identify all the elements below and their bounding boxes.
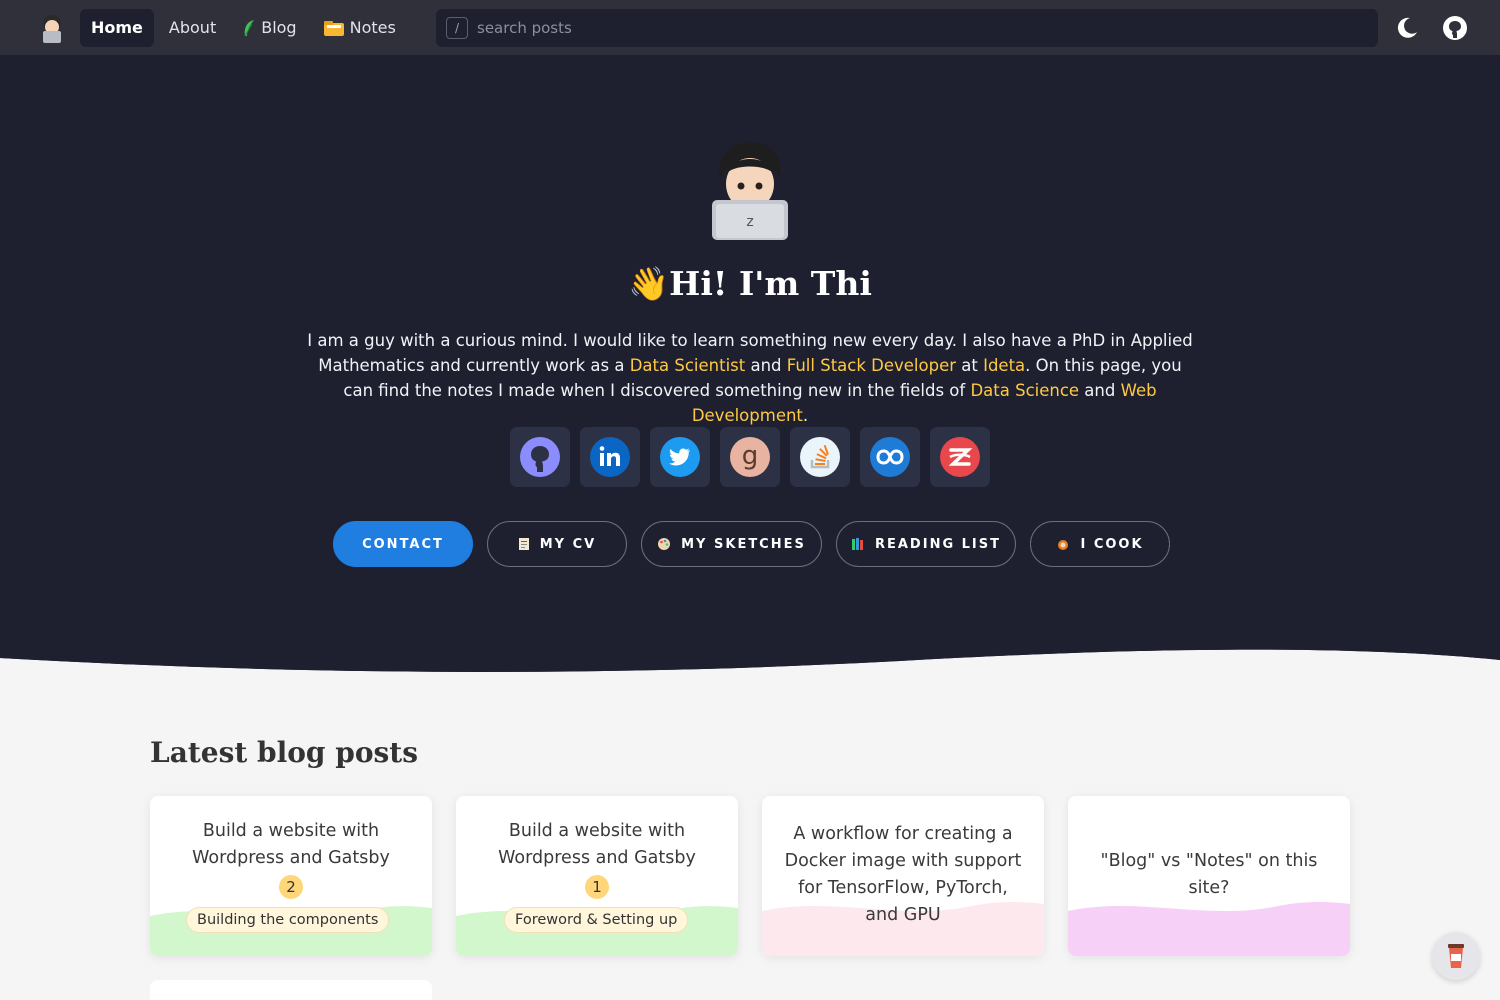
social-links: g: [510, 427, 990, 487]
hero-title-text: Hi! I'm Thi: [669, 264, 872, 303]
intro-text: and: [745, 356, 787, 375]
data-science-link[interactable]: Data Science: [970, 381, 1079, 400]
nav-about-label: About: [168, 18, 217, 37]
svg-text:z: z: [746, 214, 753, 230]
social-zotero[interactable]: [930, 427, 990, 487]
contact-button[interactable]: CONTACT: [333, 521, 473, 567]
nav-notes[interactable]: Notes: [312, 9, 407, 47]
linkedin-icon: [590, 437, 630, 477]
nav-blog[interactable]: Blog: [231, 9, 307, 47]
blog-card[interactable]: Build a website with Wordpress and Gatsb…: [456, 796, 738, 956]
blog-card-partial[interactable]: [150, 980, 432, 1000]
series-number-badge: 2: [279, 875, 303, 899]
blog-card-title: "Blog" vs "Notes" on this site?: [1100, 851, 1318, 898]
reading-list-button[interactable]: READING LIST: [836, 521, 1016, 567]
blog-card-title: Build a website with Wordpress and Gatsb…: [498, 821, 696, 868]
blog-card-title: Build a website with Wordpress and Gatsb…: [192, 821, 390, 868]
nav-blog-label: Blog: [261, 18, 297, 37]
search-input[interactable]: [477, 19, 1357, 37]
moon-icon[interactable]: [1393, 14, 1421, 42]
data-scientist-link[interactable]: Data Scientist: [630, 356, 746, 375]
social-github[interactable]: [510, 427, 570, 487]
cook-icon: [1058, 540, 1069, 550]
i-cook-button[interactable]: I COOK: [1030, 521, 1170, 567]
contact-button-label: CONTACT: [362, 536, 444, 552]
hero-title: 👋Hi! I'm Thi: [0, 264, 1500, 304]
nav-about[interactable]: About: [158, 9, 227, 47]
svg-text:g: g: [742, 441, 759, 471]
feather-icon: [244, 19, 255, 36]
folder-icon: [323, 20, 344, 36]
coffee-button[interactable]: [1432, 932, 1480, 980]
my-cv-label: MY CV: [539, 536, 597, 552]
palette-icon: [658, 538, 671, 550]
card-wave-decoration: [1068, 902, 1350, 956]
social-stackoverflow[interactable]: [790, 427, 850, 487]
intro-text: and: [1079, 381, 1121, 400]
intro-text: at: [956, 356, 984, 375]
stackoverflow-icon: [800, 437, 840, 477]
ideta-link[interactable]: Ideta: [983, 356, 1025, 375]
document-icon: [518, 538, 529, 550]
coffee-cup-icon: [1448, 944, 1464, 968]
blog-card[interactable]: Build a website with Wordpress and Gatsb…: [150, 796, 432, 956]
search-bar[interactable]: /: [436, 9, 1378, 47]
social-twitter[interactable]: [650, 427, 710, 487]
my-sketches-button[interactable]: MY SKETCHES: [641, 521, 822, 567]
infinity-icon: [870, 437, 910, 477]
github-icon[interactable]: [1441, 14, 1469, 42]
full-stack-link[interactable]: Full Stack Developer: [787, 356, 956, 375]
blog-card-title: A workflow for creating a Docker image w…: [784, 824, 1022, 925]
series-number-badge: 1: [585, 875, 609, 899]
my-sketches-label: MY SKETCHES: [681, 536, 806, 552]
zotero-icon: [940, 437, 980, 477]
hero-buttons: CONTACT MY CV MY SKETCHES READING LIST I…: [333, 521, 1170, 567]
profile-avatar: z: [712, 142, 788, 240]
hero-intro: I am a guy with a curious mind. I would …: [306, 328, 1194, 428]
waving-hand-icon: 👋: [628, 264, 670, 303]
nav-home-label: Home: [91, 18, 143, 37]
blog-card[interactable]: "Blog" vs "Notes" on this site?: [1068, 796, 1350, 956]
goodreads-icon: g: [730, 437, 770, 477]
twitter-icon: [660, 437, 700, 477]
avatar-logo-icon[interactable]: [36, 12, 68, 44]
series-tag: Building the components: [186, 907, 390, 933]
i-cook-label: I COOK: [1080, 536, 1144, 552]
series-tag: Foreword & Setting up: [504, 907, 689, 933]
reading-list-label: READING LIST: [874, 536, 1001, 552]
hero-wave-divider: [0, 625, 1500, 705]
nav-home[interactable]: Home: [80, 8, 154, 47]
intro-text: .: [802, 406, 809, 425]
social-goodreads[interactable]: g: [720, 427, 780, 487]
social-linkedin[interactable]: [580, 427, 640, 487]
search-shortcut-key: /: [446, 17, 468, 39]
latest-posts-heading: Latest blog posts: [150, 736, 418, 769]
my-cv-button[interactable]: MY CV: [487, 521, 627, 567]
github-icon: [520, 437, 560, 477]
books-icon: [851, 538, 863, 550]
nav-notes-label: Notes: [349, 18, 396, 37]
social-codeproject[interactable]: [860, 427, 920, 487]
blog-card[interactable]: A workflow for creating a Docker image w…: [762, 796, 1044, 956]
